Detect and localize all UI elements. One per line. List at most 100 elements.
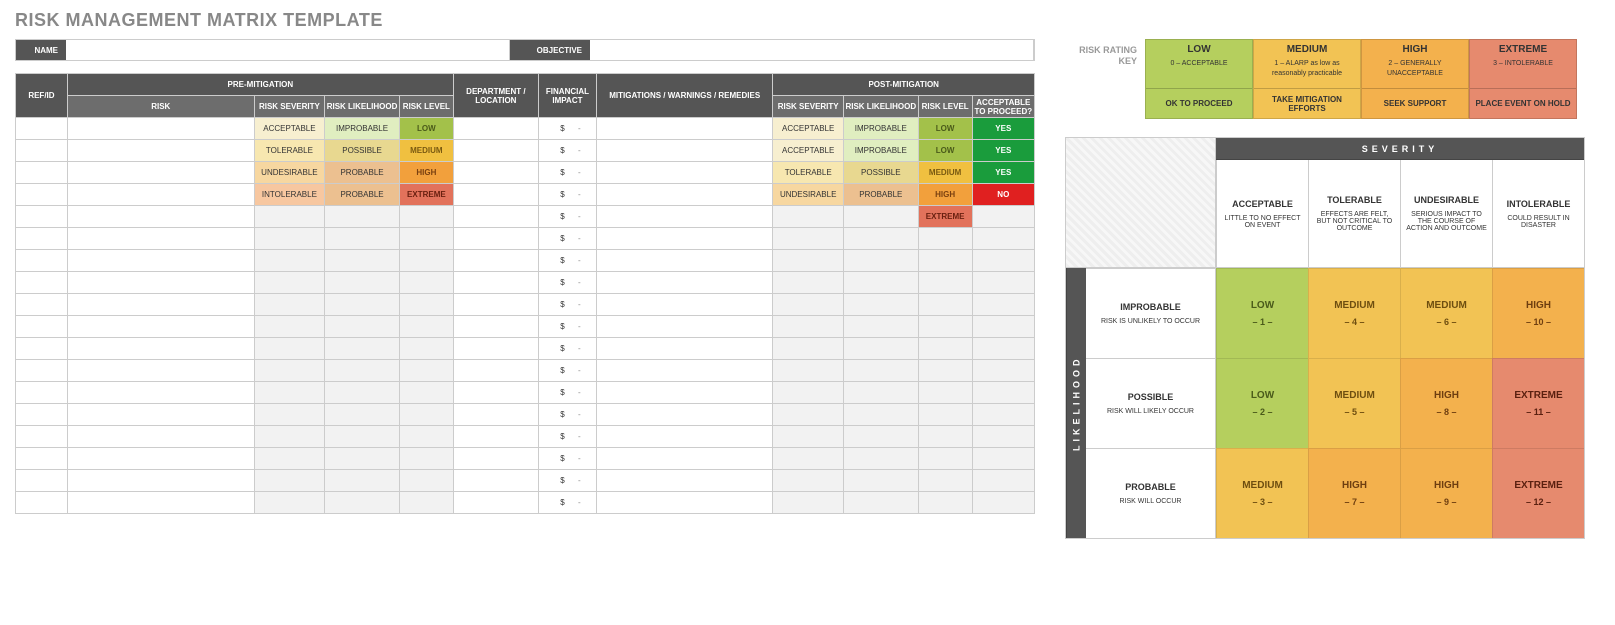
cell[interactable] [254, 294, 325, 316]
cell[interactable]: MEDIUM [399, 140, 453, 162]
cell[interactable] [399, 470, 453, 492]
cell[interactable] [399, 360, 453, 382]
cell[interactable] [453, 184, 538, 206]
cell[interactable] [972, 316, 1034, 338]
cell[interactable] [453, 140, 538, 162]
cell[interactable] [597, 382, 773, 404]
cell[interactable] [67, 162, 254, 184]
cell[interactable]: $ - [538, 140, 596, 162]
cell[interactable] [773, 250, 844, 272]
cell[interactable]: ACCEPTABLE [773, 140, 844, 162]
cell[interactable] [16, 492, 68, 514]
cell[interactable] [399, 404, 453, 426]
cell[interactable] [453, 470, 538, 492]
cell[interactable] [254, 272, 325, 294]
cell[interactable] [67, 184, 254, 206]
cell[interactable] [325, 492, 400, 514]
cell[interactable] [67, 448, 254, 470]
cell[interactable] [67, 492, 254, 514]
table-row[interactable]: $ - [16, 426, 1035, 448]
cell[interactable] [67, 404, 254, 426]
cell[interactable]: $ - [538, 404, 596, 426]
cell[interactable] [399, 316, 453, 338]
cell[interactable]: YES [972, 118, 1034, 140]
cell[interactable]: $ - [538, 360, 596, 382]
cell[interactable] [16, 228, 68, 250]
cell[interactable] [16, 382, 68, 404]
cell[interactable]: EXTREME [918, 206, 972, 228]
table-row[interactable]: $ - [16, 316, 1035, 338]
cell[interactable] [597, 162, 773, 184]
cell[interactable]: $ - [538, 118, 596, 140]
cell[interactable] [399, 338, 453, 360]
cell[interactable] [67, 140, 254, 162]
cell[interactable] [254, 316, 325, 338]
cell[interactable] [918, 404, 972, 426]
cell[interactable] [254, 470, 325, 492]
cell[interactable] [918, 250, 972, 272]
table-row[interactable]: $ - [16, 470, 1035, 492]
cell[interactable] [843, 360, 918, 382]
cell[interactable]: IMPROBABLE [843, 140, 918, 162]
cell[interactable]: $ - [538, 338, 596, 360]
cell[interactable] [918, 426, 972, 448]
cell[interactable] [453, 360, 538, 382]
name-field[interactable] [66, 40, 510, 60]
cell[interactable] [399, 426, 453, 448]
cell[interactable] [254, 228, 325, 250]
cell[interactable] [972, 426, 1034, 448]
cell[interactable] [67, 294, 254, 316]
cell[interactable] [16, 140, 68, 162]
cell[interactable] [597, 228, 773, 250]
cell[interactable] [597, 404, 773, 426]
cell[interactable] [453, 228, 538, 250]
cell[interactable]: LOW [918, 118, 972, 140]
cell[interactable] [325, 228, 400, 250]
cell[interactable] [16, 206, 68, 228]
cell[interactable] [843, 206, 918, 228]
cell[interactable]: PROBABLE [325, 184, 400, 206]
cell[interactable] [325, 338, 400, 360]
cell[interactable] [453, 316, 538, 338]
cell[interactable] [773, 294, 844, 316]
cell[interactable] [597, 184, 773, 206]
cell[interactable] [67, 360, 254, 382]
cell[interactable] [597, 118, 773, 140]
cell[interactable] [918, 470, 972, 492]
cell[interactable]: PROBABLE [325, 162, 400, 184]
cell[interactable] [843, 338, 918, 360]
cell[interactable] [67, 316, 254, 338]
table-row[interactable]: $ - [16, 294, 1035, 316]
cell[interactable] [399, 250, 453, 272]
cell[interactable] [843, 492, 918, 514]
cell[interactable] [325, 272, 400, 294]
cell[interactable] [453, 404, 538, 426]
cell[interactable]: $ - [538, 272, 596, 294]
cell[interactable] [972, 404, 1034, 426]
table-row[interactable]: $ - [16, 228, 1035, 250]
table-row[interactable]: TOLERABLEPOSSIBLEMEDIUM$ -ACCEPTABLEIMPR… [16, 140, 1035, 162]
cell[interactable] [773, 470, 844, 492]
cell[interactable] [773, 206, 844, 228]
cell[interactable]: $ - [538, 492, 596, 514]
cell[interactable] [972, 448, 1034, 470]
cell[interactable] [773, 360, 844, 382]
cell[interactable]: YES [972, 162, 1034, 184]
cell[interactable] [972, 492, 1034, 514]
cell[interactable] [773, 426, 844, 448]
cell[interactable] [254, 492, 325, 514]
table-row[interactable]: $ - [16, 338, 1035, 360]
cell[interactable] [972, 360, 1034, 382]
cell[interactable] [918, 228, 972, 250]
cell[interactable] [16, 250, 68, 272]
cell[interactable] [67, 206, 254, 228]
cell[interactable] [773, 448, 844, 470]
cell[interactable] [254, 206, 325, 228]
table-row[interactable]: INTOLERABLEPROBABLEEXTREME$ -UNDESIRABLE… [16, 184, 1035, 206]
cell[interactable] [453, 382, 538, 404]
cell[interactable]: IMPROBABLE [843, 118, 918, 140]
cell[interactable] [453, 250, 538, 272]
cell[interactable] [773, 228, 844, 250]
cell[interactable] [843, 228, 918, 250]
cell[interactable] [254, 448, 325, 470]
